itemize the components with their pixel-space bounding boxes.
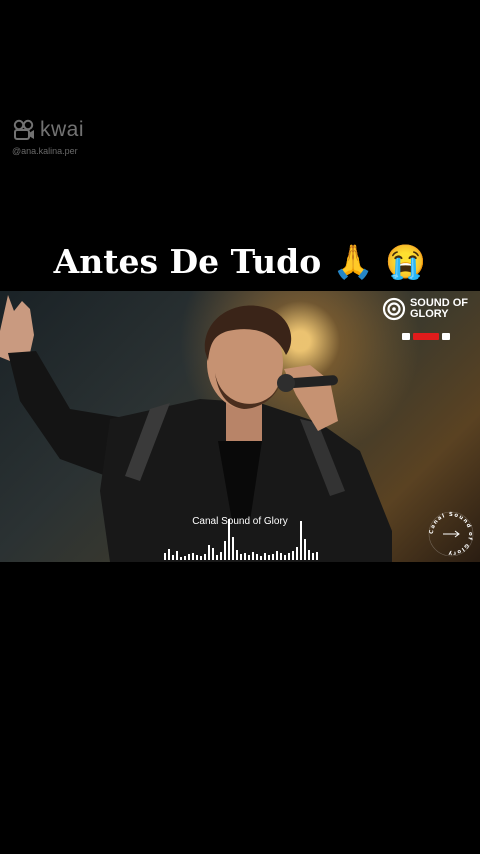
watermark-handle: @ana.kalina.per [12, 146, 78, 156]
kwai-logo-text: kwai [40, 118, 85, 141]
waveform-icon [164, 519, 318, 560]
subscribe-bar[interactable] [402, 333, 450, 340]
video-title: Antes De Tudo 🙏 😭 [53, 242, 427, 281]
bell-icon[interactable] [442, 333, 450, 340]
kwai-watermark: kwai @ana.kalina.per [12, 118, 84, 156]
subscribe-icon[interactable] [413, 333, 439, 340]
video-frame[interactable]: SOUND OF GLORY Canal Sound of Glory Cana… [0, 291, 480, 562]
brand-line-2: GLORY [409, 308, 449, 320]
sound-of-glory-logo-icon [382, 297, 406, 321]
kwai-logo-icon [13, 119, 34, 140]
sound-of-glory-logo: SOUND OF GLORY [382, 297, 468, 321]
like-icon[interactable] [402, 333, 410, 340]
circular-badge-icon: Canal Sound of Glory [428, 511, 474, 557]
